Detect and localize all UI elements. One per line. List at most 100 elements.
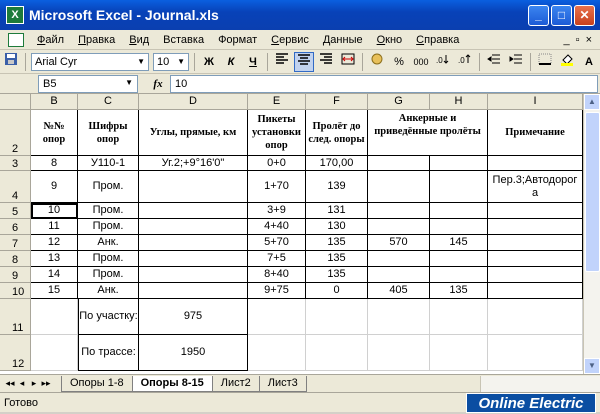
document-icon[interactable] <box>8 32 24 47</box>
cell-i4[interactable]: Пер.3;Автодорога <box>488 171 583 203</box>
menu-format[interactable]: Формат <box>211 34 264 46</box>
row-header-2[interactable]: 2 <box>0 110 31 156</box>
cell-g6[interactable] <box>368 219 430 235</box>
cell-b8[interactable]: 13 <box>31 251 78 267</box>
row-header-6[interactable]: 6 <box>0 219 31 235</box>
cell-h9[interactable] <box>430 267 488 283</box>
cell-h8[interactable] <box>430 251 488 267</box>
column-header-d[interactable]: D <box>139 94 248 110</box>
first-sheet-icon[interactable]: ◂◂ <box>4 378 16 389</box>
cell-e9[interactable]: 8+40 <box>248 267 306 283</box>
cell-b6[interactable]: 11 <box>31 219 78 235</box>
thousands-icon[interactable]: 000 <box>411 52 431 72</box>
cell-d8[interactable] <box>139 251 248 267</box>
cell-g12[interactable] <box>368 335 430 371</box>
decimal-decrease-icon[interactable]: .0 <box>455 52 475 72</box>
column-header-i[interactable]: I <box>488 94 583 110</box>
cell-e8[interactable]: 7+5 <box>248 251 306 267</box>
cell-e6[interactable]: 4+40 <box>248 219 306 235</box>
column-header-f[interactable]: F <box>306 94 368 110</box>
cell-i11[interactable] <box>488 299 583 335</box>
underline-button[interactable]: Ч <box>243 52 263 72</box>
cell-g11[interactable] <box>368 299 430 335</box>
cell-c11[interactable]: По участку: <box>78 299 139 335</box>
cell-h7[interactable]: 145 <box>430 235 488 251</box>
row-header-12[interactable]: 12 <box>0 335 31 371</box>
column-header-e[interactable]: E <box>248 94 306 110</box>
cell-c12[interactable]: По трассе: <box>78 335 139 371</box>
cell-d9[interactable] <box>139 267 248 283</box>
row-header-4[interactable]: 4 <box>0 171 31 203</box>
cell-d11[interactable]: 975 <box>139 299 248 335</box>
cell-g3[interactable] <box>368 156 430 171</box>
header-cell-codes[interactable]: Шифры опор <box>78 110 139 156</box>
currency-icon[interactable] <box>367 52 387 72</box>
menu-file[interactable]: Файл <box>30 34 71 46</box>
row-header-10[interactable]: 10 <box>0 283 31 299</box>
cell-c10[interactable]: Анк. <box>78 283 139 299</box>
menu-edit[interactable]: Правка <box>71 34 122 46</box>
row-header-7[interactable]: 7 <box>0 235 31 251</box>
cell-b3[interactable]: 8 <box>31 156 78 171</box>
header-cell-span[interactable]: Пролёт до след. опоры <box>306 110 368 156</box>
cell-i8[interactable] <box>488 251 583 267</box>
cell-h10[interactable]: 135 <box>430 283 488 299</box>
cell-g5[interactable] <box>368 203 430 219</box>
cell-f7[interactable]: 135 <box>306 235 368 251</box>
cell-i7[interactable] <box>488 235 583 251</box>
next-sheet-icon[interactable]: ▸ <box>28 378 40 389</box>
close-button[interactable]: ✕ <box>574 4 595 26</box>
font-name-select[interactable]: Arial Cyr ▼ <box>31 52 149 71</box>
decimal-increase-icon[interactable]: .0 <box>433 52 453 72</box>
cell-c5[interactable]: Пром. <box>78 203 139 219</box>
cell-h4[interactable] <box>430 171 488 203</box>
cell-e4[interactable]: 1+70 <box>248 171 306 203</box>
header-cell-anchor-spans[interactable]: Анкерные и приведённые пролёты <box>368 110 488 156</box>
menu-insert[interactable]: Вставка <box>156 34 211 46</box>
maximize-button[interactable]: □ <box>551 4 572 26</box>
font-color-icon[interactable]: A <box>579 52 599 72</box>
cell-d12[interactable]: 1950 <box>139 335 248 371</box>
last-sheet-icon[interactable]: ▸▸ <box>40 378 52 389</box>
cell-g7[interactable]: 570 <box>368 235 430 251</box>
cell-b9[interactable]: 14 <box>31 267 78 283</box>
cell-b12[interactable] <box>31 335 78 371</box>
font-size-select[interactable]: 10 ▼ <box>153 52 189 71</box>
cell-i12[interactable] <box>488 335 583 371</box>
cell-c6[interactable]: Пром. <box>78 219 139 235</box>
cell-h11[interactable] <box>430 299 488 335</box>
cell-h3[interactable] <box>430 156 488 171</box>
cell-f12[interactable] <box>306 335 368 371</box>
cell-e7[interactable]: 5+70 <box>248 235 306 251</box>
cell-g8[interactable] <box>368 251 430 267</box>
cell-g9[interactable] <box>368 267 430 283</box>
sheet-tab-opory-1-8[interactable]: Опоры 1-8 <box>61 375 133 392</box>
sheet-tab-list3[interactable]: Лист3 <box>258 375 307 392</box>
cell-g10[interactable]: 405 <box>368 283 430 299</box>
cell-f11[interactable] <box>306 299 368 335</box>
percent-icon[interactable]: % <box>389 52 409 72</box>
cell-d4[interactable] <box>139 171 248 203</box>
header-cell-notes[interactable]: Примечание <box>488 110 583 156</box>
indent-increase-icon[interactable] <box>506 52 526 72</box>
cell-f5[interactable]: 131 <box>306 203 368 219</box>
cell-d3[interactable]: Уг.2;+9°16'0" <box>139 156 248 171</box>
column-header-g[interactable]: G <box>368 94 430 110</box>
function-icon[interactable]: fx <box>146 78 170 90</box>
cell-e11[interactable] <box>248 299 306 335</box>
cell-f9[interactable]: 135 <box>306 267 368 283</box>
cell-c9[interactable]: Пром. <box>78 267 139 283</box>
cell-b10[interactable]: 15 <box>31 283 78 299</box>
row-header-9[interactable]: 9 <box>0 267 31 283</box>
cell-d7[interactable] <box>139 235 248 251</box>
column-header-c[interactable]: C <box>78 94 139 110</box>
fill-color-icon[interactable] <box>557 52 577 72</box>
merge-icon[interactable] <box>338 52 358 72</box>
cell-f6[interactable]: 130 <box>306 219 368 235</box>
save-icon[interactable] <box>1 52 21 72</box>
minimize-button[interactable]: _ <box>528 4 549 26</box>
cell-d6[interactable] <box>139 219 248 235</box>
sheet-tab-list2[interactable]: Лист2 <box>211 375 260 392</box>
italic-button[interactable]: К <box>221 52 241 72</box>
menu-tools[interactable]: Сервис <box>264 34 316 46</box>
